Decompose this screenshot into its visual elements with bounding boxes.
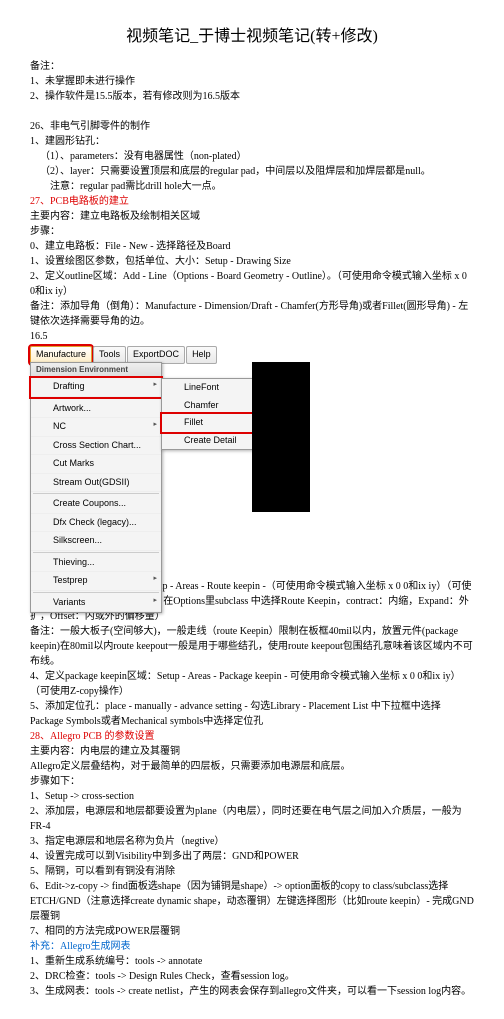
- sec26-l2: （1）、parameters：没有电器属性（non-plated）: [30, 149, 474, 164]
- dropdown: Dimension Environment Drafting Artwork..…: [30, 362, 162, 613]
- dropdown-header: Dimension Environment: [31, 363, 161, 378]
- after-1: 备注：一般大板子(空间够大)，一般走线（route Keepin）限制在板框40…: [30, 624, 474, 669]
- sec28-l3: 步骤如下：: [30, 774, 474, 789]
- step28-2: 3、指定电源层和地层名称为负片（negtive）: [30, 834, 474, 849]
- item-nc[interactable]: NC: [31, 418, 161, 437]
- step28-3: 4、设置完成可以到Visibility中到多出了两层：GND和POWER: [30, 849, 474, 864]
- menu-manufacture[interactable]: Manufacture: [30, 346, 92, 364]
- item-dfx[interactable]: Dfx Check (legacy)...: [31, 514, 161, 533]
- sec27-l4: 1、设置绘图区参数，包括单位、大小：Setup - Drawing Size: [30, 254, 474, 269]
- extra-3: 3、生成网表：tools -> create netlist，产生的网表会保存到…: [30, 984, 474, 999]
- step28-4: 5、隔铜，可以看到有铜没有消除: [30, 864, 474, 879]
- sec27-l3: 0、建立电路板：File - New - 选择路径及Board: [30, 239, 474, 254]
- item-thieving[interactable]: Thieving...: [31, 554, 161, 573]
- extra-1: 1、重新生成系统编号：tools -> annotate: [30, 954, 474, 969]
- item-coupons[interactable]: Create Coupons...: [31, 495, 161, 514]
- sec27-l6: 备注：添加导角（倒角）：Manufacture - Dimension/Draf…: [30, 299, 474, 329]
- sec26-l1: 1、建圆形钻孔：: [30, 134, 474, 149]
- menubar: Manufacture Tools ExportDOC Help: [30, 346, 310, 364]
- item-drafting[interactable]: Drafting: [31, 378, 161, 397]
- page-title: 视频笔记_于博士视频笔记(转+修改): [30, 25, 474, 49]
- item-artwork[interactable]: Artwork...: [31, 400, 161, 419]
- menu-screenshot: Manufacture Tools ExportDOC Help Dimensi…: [30, 346, 310, 546]
- intro-0: 备注：: [30, 59, 474, 74]
- step28-5: 6、Edit->z-copy -> find面板选shape（因为铺铜是shap…: [30, 879, 474, 924]
- extra-h: 补充：Allegro生成网表: [30, 939, 474, 954]
- canvas-black: [252, 362, 310, 512]
- sec28-l2: Allegro定义层叠结构，对于最简单的四层板，只需要添加电源层和底层。: [30, 759, 474, 774]
- sub-create[interactable]: Create Detail: [162, 432, 252, 450]
- sec26-l3: （2）、layer：只需要设置顶层和底层的regular pad，中间层以及阻焊…: [30, 164, 474, 179]
- item-cut[interactable]: Cut Marks: [31, 455, 161, 474]
- sec26-h: 26、非电气引脚零件的制作: [30, 119, 474, 134]
- sub-linefont[interactable]: LineFont: [162, 379, 252, 397]
- step28-6: 7、相同的方法完成POWER层覆铜: [30, 924, 474, 939]
- extra-2: 2、DRC检查：tools -> Design Rules Check，查看se…: [30, 969, 474, 984]
- sec28-h: 28、Allegro PCB 的参数设置: [30, 729, 474, 744]
- step28-0: 1、Setup -> cross-section: [30, 789, 474, 804]
- item-silk[interactable]: Silkscreen...: [31, 532, 161, 551]
- sec28-l1: 主要内容：内电层的建立及其覆铜: [30, 744, 474, 759]
- sec26-l4: 注意：regular pad需比drill hole大一点。: [30, 179, 474, 194]
- after-3: 5、添加定位孔：place - manually - advance setti…: [30, 699, 474, 729]
- menu-exportdoc[interactable]: ExportDOC: [127, 346, 185, 364]
- sec27-l1: 主要内容：建立电路板及绘制相关区域: [30, 209, 474, 224]
- submenu: LineFont Chamfer Fillet Create Detail: [161, 378, 253, 450]
- step28-1: 2、添加层，电源层和地层都要设置为plane（内电层），同时还要在电气层之间加入…: [30, 804, 474, 834]
- sub-chamfer[interactable]: Chamfer: [162, 397, 252, 415]
- item-variants[interactable]: Variants: [31, 594, 161, 613]
- item-testprep[interactable]: Testprep: [31, 572, 161, 591]
- intro-1: 1、未掌握即未进行操作: [30, 74, 474, 89]
- sec27-l7: 16.5: [30, 329, 474, 344]
- menu-help[interactable]: Help: [186, 346, 217, 364]
- after-2: 4、定义package keepin区域：Setup - Areas - Pac…: [30, 669, 474, 699]
- sub-fillet[interactable]: Fillet: [162, 414, 252, 432]
- menu-tools[interactable]: Tools: [93, 346, 126, 364]
- item-stream[interactable]: Stream Out(GDSII): [31, 474, 161, 493]
- sec27-l5: 2、定义outline区域：Add - Line（Options - Board…: [30, 269, 474, 299]
- item-cross[interactable]: Cross Section Chart...: [31, 437, 161, 456]
- sec27-h: 27、PCB电路板的建立: [30, 194, 474, 209]
- sec27-l2: 步骤：: [30, 224, 474, 239]
- intro-2: 2、操作软件是15.5版本，若有修改则为16.5版本: [30, 89, 474, 104]
